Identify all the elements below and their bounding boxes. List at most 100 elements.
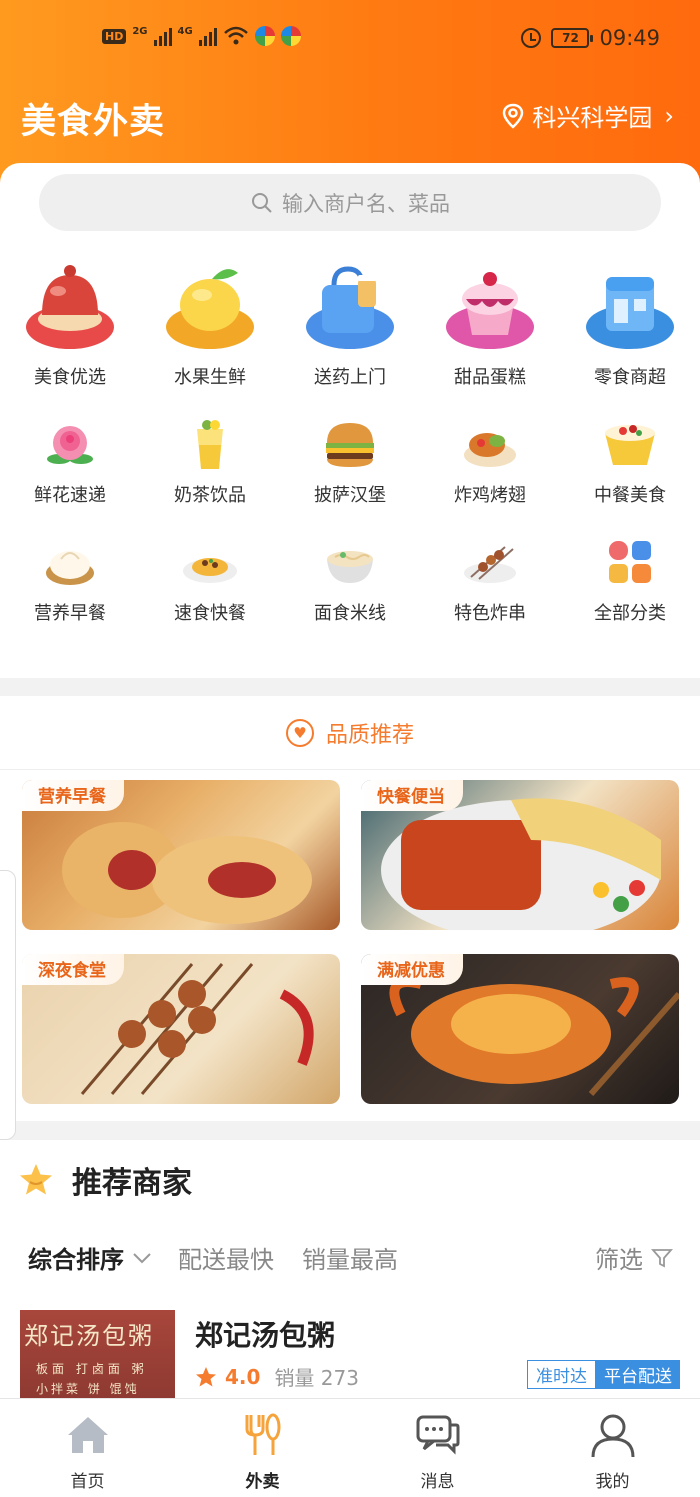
rose-icon: [41, 415, 99, 473]
tile-late-night[interactable]: 深夜食堂: [22, 954, 340, 1104]
app-notification-icon: [254, 26, 275, 46]
skewer-icon: [461, 533, 519, 591]
sort-top-sales[interactable]: 销量最高: [302, 1240, 398, 1275]
category-label: 美食优选: [34, 367, 106, 388]
tile-tag: 营养早餐: [22, 780, 124, 811]
heart-icon: ♥: [285, 718, 314, 747]
search-placeholder: 输入商户名、菜品: [282, 191, 450, 216]
category-item[interactable]: 全部分类: [560, 533, 700, 625]
search-input[interactable]: 输入商户名、菜品: [39, 174, 661, 231]
mango-icon: [160, 255, 260, 355]
location-label: 科兴科学园: [532, 104, 653, 132]
category-item[interactable]: 鲜花速递: [0, 415, 140, 507]
merchant-sign-text: 板面 打卤面 粥: [36, 1362, 148, 1376]
tile-breakfast[interactable]: 营养早餐: [22, 780, 340, 930]
home-icon: [67, 1417, 108, 1453]
category-item[interactable]: 炸鸡烤翅: [420, 415, 560, 507]
filter-icon: [651, 1248, 673, 1267]
category-item[interactable]: 速食快餐: [140, 533, 280, 625]
quality-header: ♥ 品质推荐: [0, 696, 700, 770]
chinese-food-icon: [601, 415, 659, 473]
category-label: 零食商超: [594, 367, 666, 388]
category-label: 面食米线: [314, 603, 386, 624]
store-icon: [580, 255, 680, 355]
bottom-nav: 首页 外卖 消息 我的: [0, 1398, 700, 1497]
network-2g-label: 2G: [132, 26, 148, 37]
category-item[interactable]: 零食商超: [560, 255, 700, 389]
nav-home[interactable]: 首页: [0, 1399, 175, 1497]
merchant-sign-text: 郑记汤包粥: [24, 1322, 154, 1350]
sort-fastest[interactable]: 配送最快: [178, 1240, 274, 1275]
nav-profile[interactable]: 我的: [525, 1399, 700, 1497]
category-label: 奶茶饮品: [174, 485, 246, 506]
hd-badge: HD: [102, 28, 127, 44]
status-bar: HD 2G 4G 72 09:49: [0, 22, 700, 58]
quality-title: 品质推荐: [325, 722, 414, 748]
category-item[interactable]: 奶茶饮品: [140, 415, 280, 507]
category-item[interactable]: 中餐美食: [560, 415, 700, 507]
sort-bar: 综合排序 配送最快 销量最高 筛选: [28, 1240, 673, 1275]
nav-label: 消息: [420, 1472, 455, 1492]
category-label: 披萨汉堡: [314, 485, 386, 506]
battery-icon: 72: [551, 28, 594, 48]
merchant-image: 郑记汤包粥 板面 打卤面 粥 小拌菜 饼 馄饨: [20, 1310, 175, 1398]
category-item[interactable]: 披萨汉堡: [280, 415, 420, 507]
platform-delivery-badge: 平台配送: [596, 1360, 680, 1389]
user-icon: [591, 1414, 634, 1458]
quality-section: ♥ 品质推荐 营养早餐 快餐便当 深夜食堂 满减优惠: [0, 696, 700, 1121]
app-notification-icon: [280, 26, 301, 46]
merchant-name: 郑记汤包粥: [195, 1319, 336, 1352]
category-item[interactable]: 甜品蛋糕: [420, 255, 560, 389]
category-item[interactable]: 面食米线: [280, 533, 420, 625]
page-title: 美食外卖: [21, 102, 166, 142]
nav-label: 外卖: [245, 1472, 280, 1492]
noodle-icon: [321, 533, 379, 591]
clock: 09:49: [599, 26, 660, 50]
filter-button[interactable]: 筛选: [595, 1240, 673, 1275]
chevron-down-icon: [133, 1252, 151, 1263]
merchant-sales: 销量 273: [274, 1366, 359, 1390]
category-label: 特色炸串: [454, 603, 526, 624]
category-item[interactable]: 水果生鲜: [140, 255, 280, 389]
side-handle[interactable]: [0, 870, 16, 1140]
sort-comprehensive[interactable]: 综合排序: [28, 1240, 152, 1275]
network-4g-label: 4G: [177, 26, 193, 37]
nav-label: 我的: [595, 1472, 630, 1492]
star-icon: [20, 1164, 52, 1195]
category-item[interactable]: 美食优选: [0, 255, 140, 389]
recommend-title: 推荐商家: [72, 1166, 192, 1201]
category-label: 甜品蛋糕: [454, 367, 526, 388]
signal-icon: [198, 26, 217, 46]
dumpling-icon: [41, 533, 99, 591]
fast-food-icon: [181, 533, 239, 591]
location-selector[interactable]: 科兴科学园 ›: [502, 98, 674, 133]
message-icon: [416, 1415, 459, 1455]
rating-star-icon: [196, 1366, 216, 1386]
fried-chicken-icon: [461, 415, 519, 473]
grid-icon: [601, 533, 659, 591]
merchant-card[interactable]: 郑记汤包粥 板面 打卤面 粥 小拌菜 饼 馄饨 郑记汤包粥 4.0 销量 273…: [20, 1310, 680, 1400]
nav-messages[interactable]: 消息: [350, 1399, 525, 1497]
merchant-rating: 4.0: [225, 1364, 261, 1389]
nav-takeout[interactable]: 外卖: [175, 1399, 350, 1497]
location-pin-icon: [502, 103, 524, 129]
tile-discount[interactable]: 满减优惠: [361, 954, 679, 1104]
tile-tag: 快餐便当: [361, 780, 463, 811]
category-item[interactable]: 送药上门: [280, 255, 420, 389]
drink-icon: [181, 415, 239, 473]
search-icon: [252, 192, 272, 213]
filter-label: 筛选: [595, 1246, 643, 1274]
category-item[interactable]: 特色炸串: [420, 533, 560, 625]
wifi-icon: [223, 26, 248, 45]
category-label: 鲜花速递: [34, 485, 106, 506]
ice-cream-icon: [440, 255, 540, 355]
merchant-sign-text: 小拌菜 饼 馄饨: [36, 1382, 140, 1396]
category-item[interactable]: 营养早餐: [0, 533, 140, 625]
category-label: 水果生鲜: [174, 367, 246, 388]
alarm-icon: [521, 28, 542, 48]
on-time-badge: 准时达: [527, 1360, 596, 1389]
medicine-bag-icon: [300, 255, 400, 355]
tile-bento[interactable]: 快餐便当: [361, 780, 679, 930]
category-label: 炸鸡烤翅: [454, 485, 526, 506]
sort-label: 综合排序: [28, 1246, 124, 1274]
